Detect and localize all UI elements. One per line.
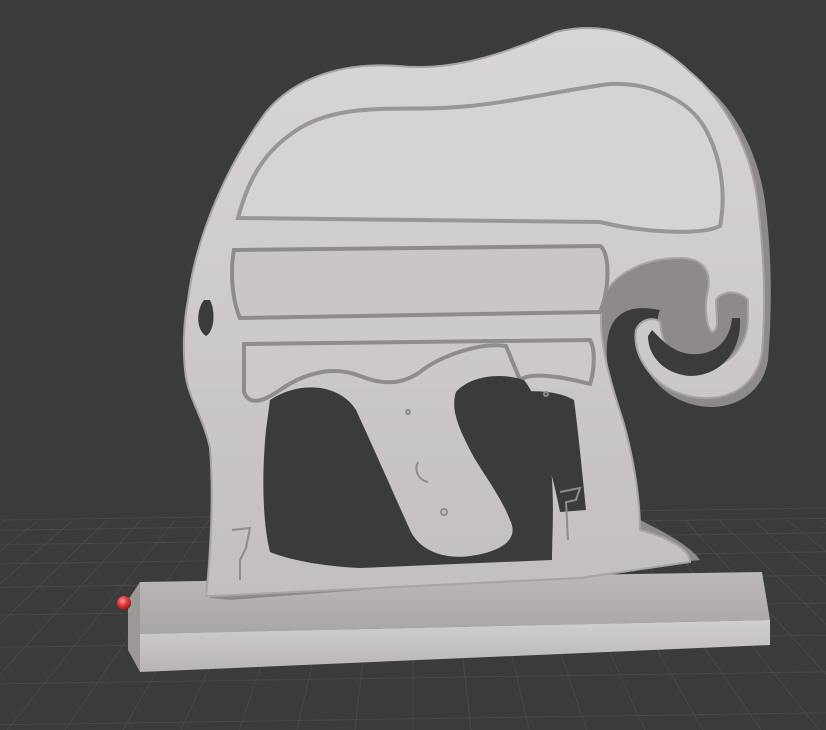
viewport-canvas[interactable] (0, 0, 826, 730)
grid-line (0, 519, 74, 585)
middle-band (230, 243, 610, 321)
grid-line (0, 519, 40, 552)
grid-line (0, 519, 142, 675)
elephant-model[interactable] (182, 27, 771, 600)
origin-point-icon[interactable] (117, 596, 131, 610)
grid-line (0, 519, 6, 525)
3d-viewport[interactable] (0, 0, 826, 730)
